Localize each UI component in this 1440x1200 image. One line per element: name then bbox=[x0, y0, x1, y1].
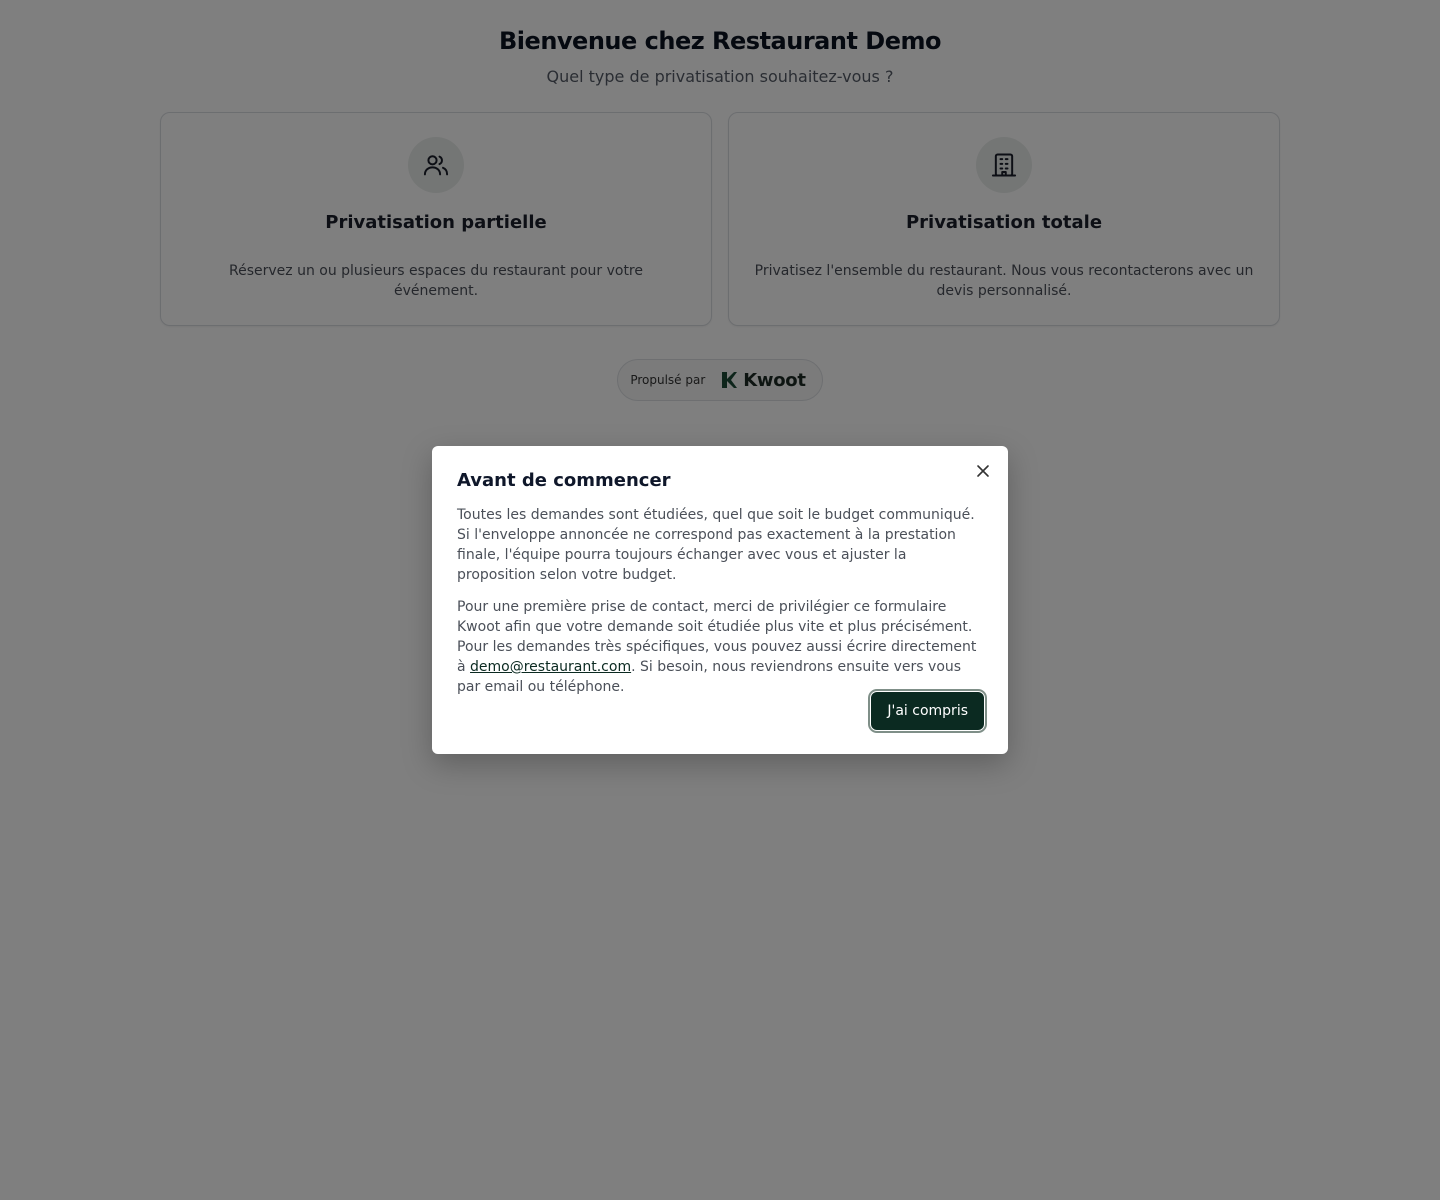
confirm-button[interactable]: J'ai compris bbox=[868, 689, 987, 733]
close-icon[interactable] bbox=[974, 462, 992, 480]
email-link[interactable]: demo@restaurant.com bbox=[470, 659, 631, 675]
modal-paragraph-budget: Toutes les demandes sont étudiées, quel … bbox=[457, 507, 975, 583]
modal-title: Avant de commencer bbox=[457, 470, 671, 491]
modal-footer: J'ai compris bbox=[868, 689, 987, 733]
info-modal: Avant de commencer Toutes les demandes s… bbox=[432, 446, 1008, 754]
modal-paragraph-contact: Pour une première prise de contact, merc… bbox=[457, 597, 983, 697]
